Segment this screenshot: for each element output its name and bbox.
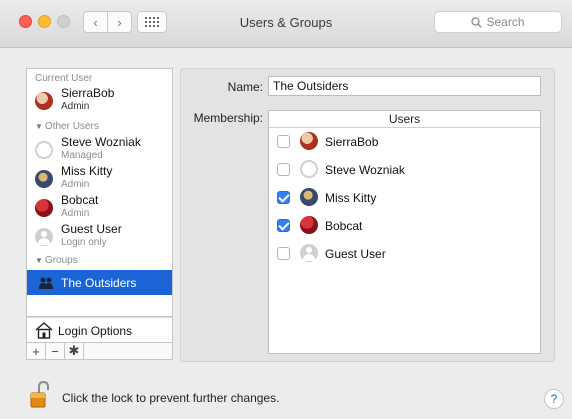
- member-checkbox-steve-wozniak[interactable]: [277, 163, 290, 176]
- member-checkbox-guest-user[interactable]: [277, 247, 290, 260]
- groups-header: ▼ Groups: [35, 255, 78, 266]
- user-name: Guest User: [61, 222, 122, 236]
- disclosure-triangle-icon[interactable]: ▼: [35, 256, 43, 265]
- avatar: [300, 216, 318, 234]
- user-role: Admin: [61, 179, 90, 190]
- avatar: [35, 228, 53, 246]
- table-row: Bobcat: [269, 211, 540, 239]
- membership-label: Membership:: [193, 111, 263, 125]
- action-gear-button[interactable]: ✱: [65, 343, 84, 359]
- name-label: Name:: [227, 80, 263, 94]
- avatar: [300, 244, 318, 262]
- user-role: Managed: [61, 150, 103, 161]
- help-button[interactable]: ?: [544, 389, 564, 409]
- users-sidebar: Current User SierraBob Admin ▼ Other User…: [26, 68, 173, 317]
- disclosure-triangle-icon[interactable]: ▼: [35, 122, 43, 131]
- user-name: SierraBob: [61, 86, 115, 100]
- member-name: Miss Kitty: [325, 191, 377, 205]
- table-row: Miss Kitty: [269, 183, 540, 211]
- search-icon: [471, 16, 483, 28]
- group-name: The Outsiders: [61, 276, 137, 290]
- table-row: Guest User: [269, 239, 540, 267]
- current-user-header: Current User: [35, 73, 93, 84]
- login-options-label: Login Options: [58, 324, 133, 338]
- search-placeholder: Search: [486, 15, 525, 29]
- user-name: Steve Wozniak: [61, 135, 141, 149]
- group-icon: [39, 277, 53, 289]
- other-users-header: ▼ Other Users: [35, 121, 99, 132]
- member-checkbox-sierrabob[interactable]: [277, 135, 290, 148]
- sidebar-item-sierrabob[interactable]: SierraBob Admin: [27, 84, 172, 117]
- user-name: Miss Kitty: [61, 164, 113, 178]
- remove-button[interactable]: −: [46, 343, 65, 359]
- group-name-field[interactable]: [268, 76, 541, 96]
- sidebar-item-the-outsiders[interactable]: The Outsiders: [27, 270, 172, 295]
- avatar: [300, 160, 318, 178]
- member-checkbox-bobcat[interactable]: [277, 219, 290, 232]
- avatar: [300, 188, 318, 206]
- user-role: Admin: [61, 208, 90, 219]
- user-role: Admin: [61, 101, 90, 112]
- table-row: Steve Wozniak: [269, 155, 540, 183]
- user-role: Login only: [61, 237, 107, 248]
- sidebar-button-bar: + − ✱: [26, 343, 173, 360]
- avatar: [35, 170, 53, 188]
- member-name: Steve Wozniak: [325, 163, 405, 177]
- table-header-users[interactable]: Users: [269, 111, 540, 128]
- search-field[interactable]: Search: [434, 11, 562, 33]
- member-name: Bobcat: [325, 219, 363, 233]
- table-row: SierraBob: [269, 127, 540, 155]
- member-name: SierraBob: [325, 135, 379, 149]
- sidebar-item-guest-user[interactable]: Guest User Login only: [27, 220, 172, 253]
- member-name: Guest User: [325, 247, 386, 261]
- avatar: [35, 199, 53, 217]
- avatar: [35, 141, 53, 159]
- lock-icon[interactable]: [30, 381, 50, 408]
- avatar: [35, 92, 53, 110]
- title-bar: ‹ › Users & Groups Search: [0, 0, 572, 48]
- add-button[interactable]: +: [27, 343, 46, 359]
- avatar: [300, 132, 318, 150]
- login-options-item[interactable]: Login Options: [26, 317, 173, 343]
- lock-status-text: Click the lock to prevent further change…: [62, 391, 280, 405]
- membership-table: Users SierraBob Steve Wozniak Miss Kitty…: [268, 110, 541, 354]
- user-name: Bobcat: [61, 193, 99, 207]
- home-icon: [35, 322, 53, 339]
- member-checkbox-miss-kitty[interactable]: [277, 191, 290, 204]
